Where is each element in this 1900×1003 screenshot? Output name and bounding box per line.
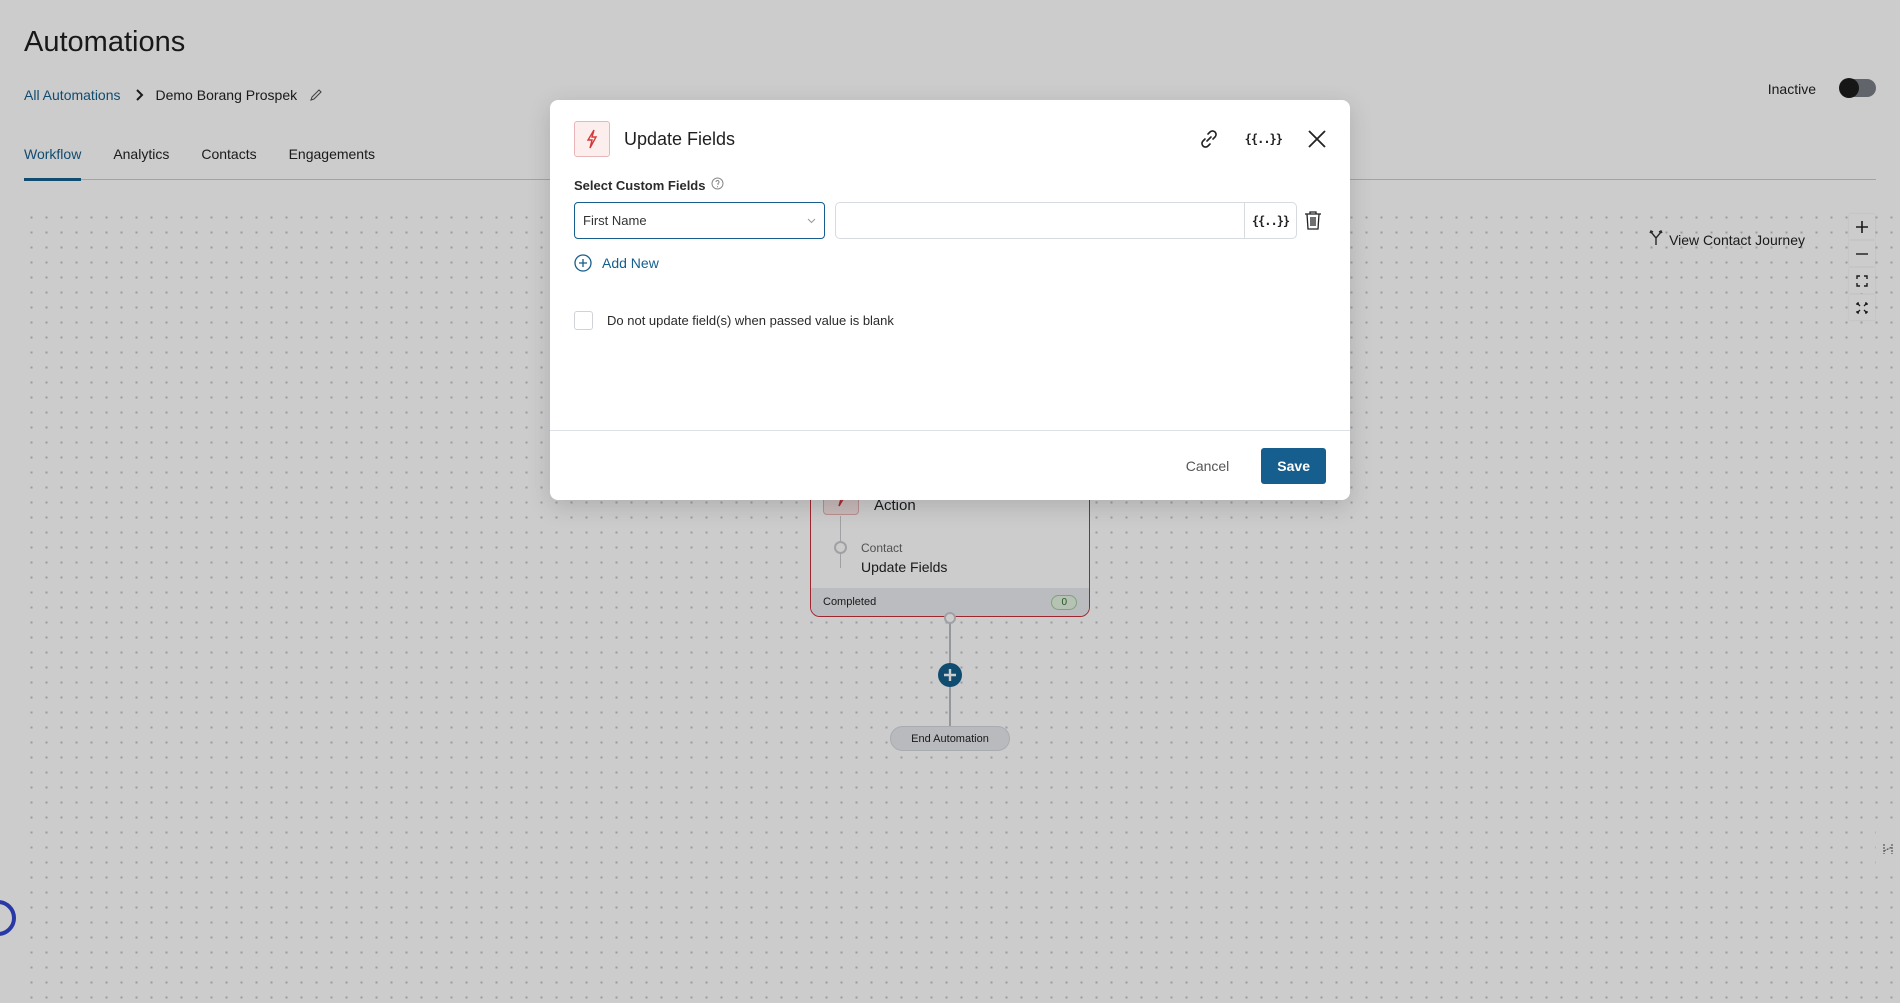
close-icon[interactable] [1308,130,1326,148]
help-icon[interactable] [711,177,724,193]
skip-blank-option: Do not update field(s) when passed value… [574,311,894,330]
modal-title: Update Fields [624,128,736,149]
skip-blank-label: Do not update field(s) when passed value… [607,313,894,328]
modal-header: Update Fields {{..}} [574,121,1326,157]
modal-header-actions: {{..}} [1199,129,1326,149]
lightning-icon [574,121,610,157]
update-fields-modal: Update Fields {{..}} Select Custom Field… [550,100,1350,500]
link-icon[interactable] [1199,129,1219,149]
custom-fields-label-row: Select Custom Fields [574,177,724,193]
plus-circle-icon [574,254,592,272]
add-new-button[interactable]: Add New [574,254,659,272]
insert-merge-tag-button[interactable]: {{..}} [1244,203,1296,238]
add-new-label: Add New [602,255,659,271]
field-value-input[interactable] [836,203,1244,238]
chevron-down-icon [807,218,816,224]
field-value-input-group: {{..}} [835,202,1297,239]
merge-tag-button[interactable]: {{..}} [1245,132,1283,146]
skip-blank-checkbox[interactable] [574,311,593,330]
trash-icon[interactable] [1304,210,1322,235]
custom-field-select[interactable]: First Name [574,202,825,239]
modal-footer: Cancel Save [550,430,1350,500]
save-button[interactable]: Save [1261,447,1326,484]
cancel-button[interactable]: Cancel [1186,458,1230,474]
custom-fields-label: Select Custom Fields [574,177,706,193]
custom-field-selected-value: First Name [583,213,647,228]
